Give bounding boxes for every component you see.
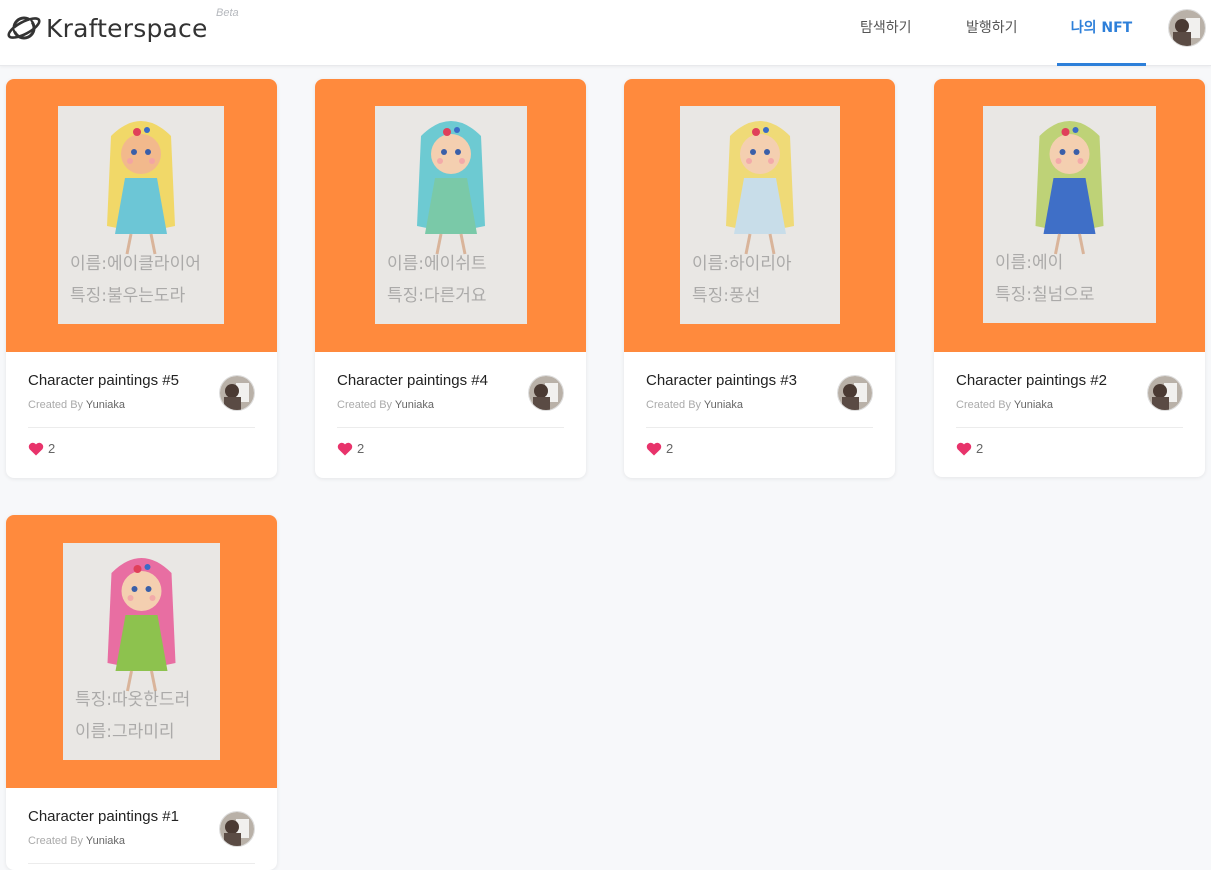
created-by-label: Created By — [646, 399, 702, 411]
avatar-photo — [1169, 10, 1205, 46]
card-title[interactable]: Character paintings #2 — [956, 372, 1107, 389]
drawing-caption-line: 이름:에이클라이어 — [70, 254, 201, 274]
card-divider — [28, 427, 255, 428]
drawing-caption-line: 이름:하이리아 — [692, 254, 792, 274]
card-creator-line: Created By Yuniaka — [28, 399, 125, 411]
heart-icon — [646, 442, 662, 455]
card-creator-line: Created By Yuniaka — [956, 399, 1053, 411]
nft-image[interactable]: 특징:따옷한드러 이름:그라미리 — [6, 515, 277, 788]
created-by-label: Created By — [956, 399, 1012, 411]
character-drawing: 이름:하이리아 특징:풍선 — [680, 106, 840, 324]
drawing-caption-line: 특징:풍선 — [692, 286, 761, 306]
drawing-caption-line: 이름:그라미리 — [75, 722, 175, 742]
nav-issue[interactable]: 발행하기 — [966, 17, 1018, 37]
card-creator-line: Created By Yuniaka — [337, 399, 434, 411]
like-button[interactable]: 2 — [337, 441, 364, 456]
drawing-caption: 특징:따옷한드러 이름:그라미리 — [75, 684, 212, 748]
planet-logo-icon — [7, 16, 41, 40]
nft-image[interactable]: 이름:에이클라이어 특징:불우는도라 — [6, 79, 277, 352]
drawing-caption-line: 특징:다른거요 — [387, 286, 487, 306]
heart-icon — [28, 442, 44, 455]
creator-name[interactable]: Yuniaka — [704, 399, 743, 411]
drawing-caption: 이름:에이쉬트 특징:다른거요 — [387, 248, 519, 312]
heart-icon — [337, 442, 353, 455]
nft-image[interactable]: 이름:에이쉬트 특징:다른거요 — [315, 79, 586, 352]
creator-avatar[interactable] — [837, 375, 873, 411]
logo[interactable]: Krafterspace — [6, 8, 208, 48]
drawing-caption-line: 특징:칠넘으로 — [995, 285, 1095, 305]
drawing-caption: 이름:하이리아 특징:풍선 — [692, 248, 832, 312]
avatar-photo — [220, 376, 254, 410]
creator-name[interactable]: Yuniaka — [86, 835, 125, 847]
drawing-caption-line: 특징:따옷한드러 — [75, 690, 191, 710]
nft-card[interactable]: 이름:하이리아 특징:풍선 Character paintings #3 Cre… — [624, 79, 895, 478]
card-creator-line: Created By Yuniaka — [646, 399, 743, 411]
nft-card[interactable]: 이름:에이쉬트 특징:다른거요 Character paintings #4 C… — [315, 79, 586, 478]
card-title[interactable]: Character paintings #3 — [646, 372, 797, 389]
card-creator-line: Created By Yuniaka — [28, 835, 125, 847]
created-by-label: Created By — [28, 835, 84, 847]
like-count: 2 — [48, 441, 56, 456]
nft-image[interactable]: 이름:에이 특징:칠넘으로 — [934, 79, 1205, 352]
avatar-photo — [529, 376, 563, 410]
character-drawing: 이름:에이클라이어 특징:불우는도라 — [58, 106, 224, 324]
like-count: 2 — [666, 441, 674, 456]
drawing-caption-line: 특징:불우는도라 — [70, 286, 186, 306]
creator-avatar[interactable] — [528, 375, 564, 411]
nft-image[interactable]: 이름:하이리아 특징:풍선 — [624, 79, 895, 352]
creator-name[interactable]: Yuniaka — [395, 399, 434, 411]
creator-name[interactable]: Yuniaka — [86, 399, 125, 411]
creator-name[interactable]: Yuniaka — [1014, 399, 1053, 411]
nft-card[interactable]: 이름:에이클라이어 특징:불우는도라 Character paintings #… — [6, 79, 277, 478]
nav-explore[interactable]: 탐색하기 — [860, 17, 912, 37]
avatar-photo — [1148, 376, 1182, 410]
beta-badge: Beta — [216, 7, 239, 19]
creator-avatar[interactable] — [219, 811, 255, 847]
character-drawing: 특징:따옷한드러 이름:그라미리 — [63, 543, 220, 760]
drawing-caption-line: 이름:에이쉬트 — [387, 254, 487, 274]
card-divider — [28, 863, 255, 864]
user-avatar[interactable] — [1168, 9, 1206, 47]
nav-my-nft[interactable]: 나의 NFT — [1057, 17, 1146, 66]
card-divider — [956, 427, 1183, 428]
nft-card[interactable]: 이름:에이 특징:칠넘으로 Character paintings #2 Cre… — [934, 79, 1205, 477]
drawing-caption: 이름:에이 특징:칠넘으로 — [995, 247, 1148, 311]
card-title[interactable]: Character paintings #4 — [337, 372, 488, 389]
created-by-label: Created By — [28, 399, 84, 411]
card-title[interactable]: Character paintings #1 — [28, 808, 179, 825]
nft-card[interactable]: 특징:따옷한드러 이름:그라미리 Character paintings #1 … — [6, 515, 277, 870]
like-count: 2 — [357, 441, 365, 456]
card-divider — [646, 427, 873, 428]
like-button[interactable]: 2 — [646, 441, 673, 456]
drawing-caption-line: 이름:에이 — [995, 253, 1064, 273]
heart-icon — [956, 442, 972, 455]
avatar-photo — [220, 812, 254, 846]
like-count: 2 — [976, 441, 984, 456]
created-by-label: Created By — [337, 399, 393, 411]
drawing-caption: 이름:에이클라이어 특징:불우는도라 — [70, 248, 216, 312]
avatar-photo — [838, 376, 872, 410]
creator-avatar[interactable] — [219, 375, 255, 411]
brand-name: Krafterspace — [46, 13, 208, 43]
character-drawing: 이름:에이 특징:칠넘으로 — [983, 106, 1156, 323]
card-divider — [337, 427, 564, 428]
like-button[interactable]: 2 — [956, 441, 983, 456]
creator-avatar[interactable] — [1147, 375, 1183, 411]
character-drawing: 이름:에이쉬트 특징:다른거요 — [375, 106, 527, 324]
card-title[interactable]: Character paintings #5 — [28, 372, 179, 389]
top-navigation-bar: Krafterspace Beta 탐색하기 발행하기 나의 NFT — [0, 0, 1211, 66]
like-button[interactable]: 2 — [28, 441, 55, 456]
